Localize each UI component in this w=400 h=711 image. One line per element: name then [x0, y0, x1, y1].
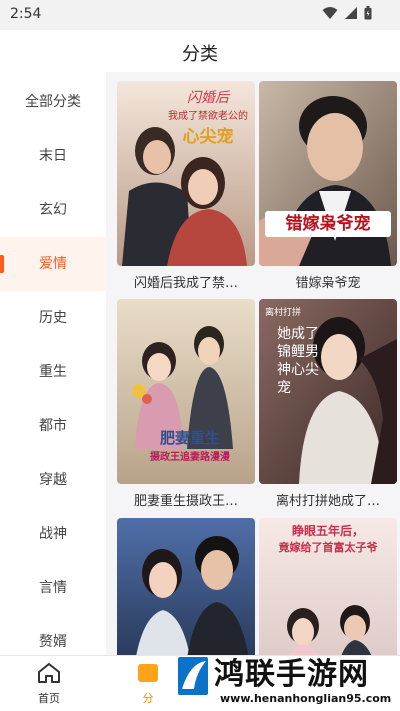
status-bar: 2:54 — [0, 0, 400, 30]
drama-title: 闪婚后我成了禁… — [133, 276, 238, 291]
sidebar-item-rebirth[interactable]: 重生 — [0, 345, 106, 399]
sidebar-item-all[interactable]: 全部分类 — [0, 75, 106, 129]
poster-title: 心尖宠 — [182, 127, 234, 147]
poster-title: 摄政王追妻路漫漫 — [150, 452, 230, 463]
drama-title: 离村打拼她成了… — [275, 494, 380, 509]
sidebar-item-label: 玄幻 — [39, 202, 67, 218]
sidebar-item-label: 重生 — [39, 364, 67, 380]
poster-title: 竟嫁给了首富太子爷 — [278, 541, 378, 554]
drama-card[interactable]: 睁眼五年后， 竟嫁给了首富太子爷 — [259, 518, 397, 655]
drama-card[interactable]: 离村打拼 她成了锦鲤男神心尖宠 离村打拼她成了… — [259, 299, 397, 509]
drama-poster[interactable]: 睁眼五年后， 竟嫁给了首富太子爷 — [259, 518, 397, 655]
sidebar-item-romance[interactable]: 爱情 — [0, 237, 106, 291]
poster-title: 我成了禁欲老公的 — [168, 111, 248, 122]
poster-title: 她成了锦鲤男神心尖宠 — [277, 326, 319, 396]
sidebar-item-label: 全部分类 — [25, 94, 81, 110]
home-icon — [38, 663, 60, 683]
poster-title: 睁眼五年后， — [291, 524, 364, 538]
sidebar-item-label: 赘婿 — [39, 634, 67, 650]
category-icon — [138, 664, 158, 682]
poster-title: 肥妻重生 — [159, 429, 220, 447]
watermark: 鸿联手游网 www.henanhonglian95.com — [178, 649, 400, 711]
sidebar-item-label: 历史 — [39, 310, 67, 326]
drama-poster[interactable]: 离村打拼 她成了锦鲤男神心尖宠 — [259, 299, 397, 484]
tab-home[interactable]: 首页 — [19, 662, 79, 706]
watermark-url: www.henanhonglian95.com — [220, 692, 392, 705]
watermark-logo-icon — [178, 657, 208, 695]
drama-poster[interactable]: 肥妻重生 摄政王追妻路漫漫 — [117, 299, 255, 484]
sidebar-item-label: 战神 — [39, 526, 67, 542]
drama-card[interactable]: 肥妻重生 摄政王追妻路漫漫 肥妻重生摄政王… — [117, 299, 255, 509]
active-marker — [0, 255, 4, 273]
watermark-title: 鸿联手游网 — [214, 657, 369, 692]
poster-title: 离村打拼 — [265, 308, 302, 318]
wifi-icon — [322, 7, 338, 19]
sidebar-item-history[interactable]: 历史 — [0, 291, 106, 345]
drama-title: 错嫁枭爷宠 — [295, 276, 361, 291]
category-sidebar: 全部分类 末日 玄幻 爱情 历史 重生 都市 穿越 战神 言情 赘婿 — [0, 75, 106, 655]
sidebar-item-romance-novel[interactable]: 言情 — [0, 561, 106, 615]
sidebar-item-apocalypse[interactable]: 末日 — [0, 129, 106, 183]
page-header: 分类 — [0, 30, 400, 72]
tab-category[interactable]: 分 — [118, 662, 178, 706]
drama-card[interactable]: 闪婚后 我成了禁欲老公的 心尖宠 闪婚后我成了禁… — [117, 81, 255, 291]
sidebar-item-war-god[interactable]: 战神 — [0, 507, 106, 561]
tab-label: 首页 — [38, 692, 60, 705]
sidebar-item-label: 穿越 — [39, 472, 67, 488]
sidebar-item-label: 末日 — [39, 148, 67, 164]
sidebar-item-urban[interactable]: 都市 — [0, 399, 106, 453]
status-time: 2:54 — [10, 6, 42, 22]
drama-title: 肥妻重生摄政王… — [133, 494, 238, 509]
page-title: 分类 — [182, 44, 218, 65]
poster-title: 闪婚后 — [187, 90, 229, 106]
drama-poster[interactable]: 错嫁枭爷宠 — [259, 81, 397, 266]
sidebar-item-time-travel[interactable]: 穿越 — [0, 453, 106, 507]
battery-icon — [364, 6, 372, 20]
sidebar-item-label: 爱情 — [39, 256, 67, 272]
status-icons — [322, 6, 372, 20]
sidebar-item-label: 都市 — [39, 418, 67, 434]
signal-icon — [345, 7, 357, 19]
poster-title: 错嫁枭爷宠 — [285, 214, 371, 234]
drama-card[interactable]: 错嫁枭爷宠 错嫁枭爷宠 — [259, 81, 397, 291]
sidebar-item-label: 言情 — [39, 580, 67, 596]
drama-grid: 闪婚后 我成了禁欲老公的 心尖宠 闪婚后我成了禁… 错嫁枭爷宠 错嫁枭爷宠 肥妻… — [106, 72, 400, 655]
sidebar-item-fantasy[interactable]: 玄幻 — [0, 183, 106, 237]
drama-card[interactable] — [117, 518, 255, 655]
drama-poster[interactable]: 闪婚后 我成了禁欲老公的 心尖宠 — [117, 81, 255, 266]
drama-poster[interactable] — [117, 518, 255, 655]
tab-label: 分 — [142, 692, 154, 705]
